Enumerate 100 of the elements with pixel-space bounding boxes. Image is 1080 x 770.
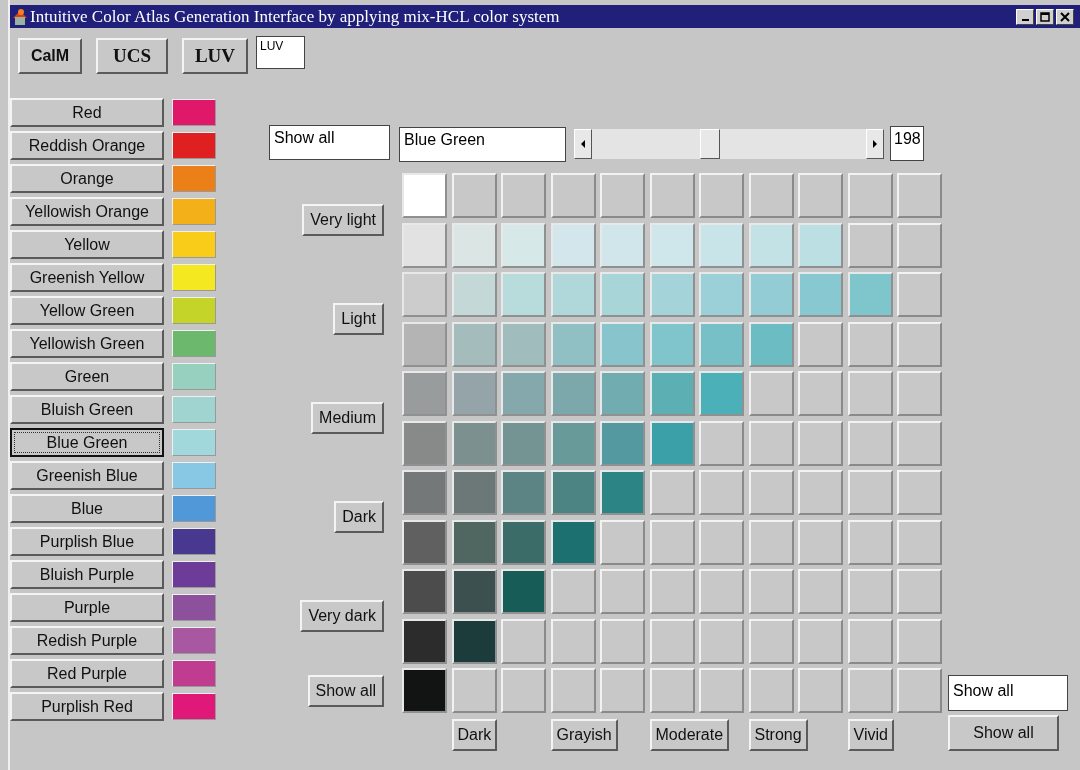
color-chip[interactable] [501, 569, 546, 614]
hue-name-field[interactable]: Blue Green [399, 127, 566, 162]
color-chip[interactable] [649, 371, 695, 416]
lightness-button[interactable]: Light [333, 303, 384, 336]
color-chip[interactable] [451, 272, 497, 317]
color-chip[interactable] [451, 618, 497, 664]
hue-button[interactable]: Bluish Green [10, 395, 164, 424]
color-chip[interactable] [748, 222, 794, 268]
hue-button[interactable]: Green [10, 362, 164, 391]
lightness-button[interactable]: Dark [334, 501, 384, 534]
color-chip[interactable] [501, 371, 546, 416]
color-chip[interactable] [550, 470, 596, 515]
color-chip[interactable] [600, 272, 645, 317]
hue-button[interactable]: Yellow [10, 230, 164, 259]
hue-button[interactable]: Purple [10, 593, 164, 622]
color-chip[interactable] [600, 371, 645, 416]
color-chip[interactable] [699, 272, 744, 317]
color-chip[interactable] [451, 321, 497, 367]
lightness-button[interactable]: Very light [302, 204, 384, 237]
color-chip[interactable] [649, 272, 695, 317]
hue-button[interactable]: Redish Purple [10, 626, 164, 655]
chroma-button[interactable]: Moderate [649, 719, 730, 751]
color-chip[interactable] [501, 519, 546, 565]
color-chip[interactable] [402, 420, 447, 466]
color-chip[interactable] [402, 618, 447, 664]
color-chip[interactable] [402, 470, 447, 515]
color-chip[interactable] [798, 272, 843, 317]
color-chip[interactable] [501, 420, 546, 466]
color-chip[interactable] [451, 519, 497, 565]
hue-button[interactable]: Yellowish Green [10, 329, 164, 358]
color-chip[interactable] [402, 222, 447, 268]
color-chip[interactable] [847, 272, 893, 317]
color-chip[interactable] [501, 222, 546, 268]
color-chip[interactable] [649, 222, 695, 268]
hue-button[interactable]: Red [10, 98, 164, 127]
color-chip[interactable] [600, 222, 645, 268]
color-chip[interactable] [501, 321, 546, 367]
color-chip[interactable] [798, 222, 843, 268]
toolbar-button[interactable]: UCS [96, 38, 168, 74]
color-chip[interactable] [550, 272, 596, 317]
chroma-button[interactable]: Vivid [847, 719, 894, 751]
hue-button[interactable]: Purplish Red [10, 692, 164, 721]
hue-button[interactable]: Blue Green [10, 428, 164, 457]
color-chip[interactable] [402, 272, 447, 317]
color-chip[interactable] [451, 371, 497, 416]
hue-filter-field[interactable]: Show all [269, 125, 390, 160]
hue-button[interactable]: Yellowish Orange [10, 197, 164, 226]
toolbar-button[interactable]: LUV [182, 38, 248, 74]
color-chip[interactable] [699, 371, 744, 416]
maximize-button[interactable] [1036, 8, 1054, 25]
color-chip[interactable] [699, 222, 744, 268]
toolbar-button[interactable]: CalM [18, 38, 82, 74]
color-chip[interactable] [402, 321, 447, 367]
color-chip[interactable] [451, 470, 497, 515]
scroll-right-button[interactable] [866, 129, 884, 159]
color-chip[interactable] [649, 420, 695, 466]
chroma-button[interactable]: Strong [748, 719, 808, 751]
color-chip[interactable] [402, 569, 447, 614]
hue-button[interactable]: Blue [10, 494, 164, 523]
close-button[interactable] [1056, 8, 1074, 25]
color-chip[interactable] [451, 420, 497, 466]
color-chip[interactable] [451, 569, 497, 614]
hue-angle-field[interactable]: 198 [890, 126, 924, 161]
hue-button[interactable]: Bluish Purple [10, 560, 164, 589]
color-chip[interactable] [402, 371, 447, 416]
color-chip[interactable] [748, 272, 794, 317]
color-chip[interactable] [550, 519, 596, 565]
color-chip[interactable] [501, 272, 546, 317]
hue-button[interactable]: Greenish Yellow [10, 263, 164, 292]
chroma-filter-field[interactable]: Show all [948, 675, 1068, 711]
lightness-button[interactable]: Medium [311, 402, 384, 435]
color-chip[interactable] [501, 470, 546, 515]
show-all-button[interactable]: Show all [948, 715, 1059, 751]
lightness-button[interactable]: Very dark [300, 600, 384, 633]
minimize-button[interactable] [1016, 8, 1034, 25]
scroll-left-button[interactable] [574, 129, 592, 159]
color-chip[interactable] [699, 321, 744, 367]
color-chip[interactable] [550, 222, 596, 268]
chroma-button[interactable]: Grayish [550, 719, 618, 751]
color-chip[interactable] [600, 420, 645, 466]
color-chip[interactable] [451, 222, 497, 268]
lightness-button[interactable]: Show all [307, 674, 384, 707]
color-chip[interactable] [600, 470, 645, 515]
chroma-button[interactable]: Dark [451, 719, 498, 751]
hue-button[interactable]: Reddish Orange [10, 131, 164, 160]
hue-button[interactable]: Red Purple [10, 659, 164, 688]
color-chip[interactable] [550, 371, 596, 416]
color-chip[interactable] [748, 321, 794, 367]
hue-button[interactable]: Purplish Blue [10, 527, 164, 556]
hue-button[interactable]: Greenish Blue [10, 461, 164, 490]
color-chip[interactable] [600, 321, 645, 367]
color-chip[interactable] [402, 519, 447, 565]
color-chip[interactable] [402, 173, 447, 218]
text-field[interactable]: LUV [256, 36, 305, 69]
slider-thumb[interactable] [699, 129, 720, 159]
color-chip[interactable] [550, 420, 596, 466]
color-chip[interactable] [649, 321, 695, 367]
color-chip[interactable] [402, 668, 447, 713]
hue-button[interactable]: Orange [10, 164, 164, 193]
hue-button[interactable]: Yellow Green [10, 296, 164, 325]
